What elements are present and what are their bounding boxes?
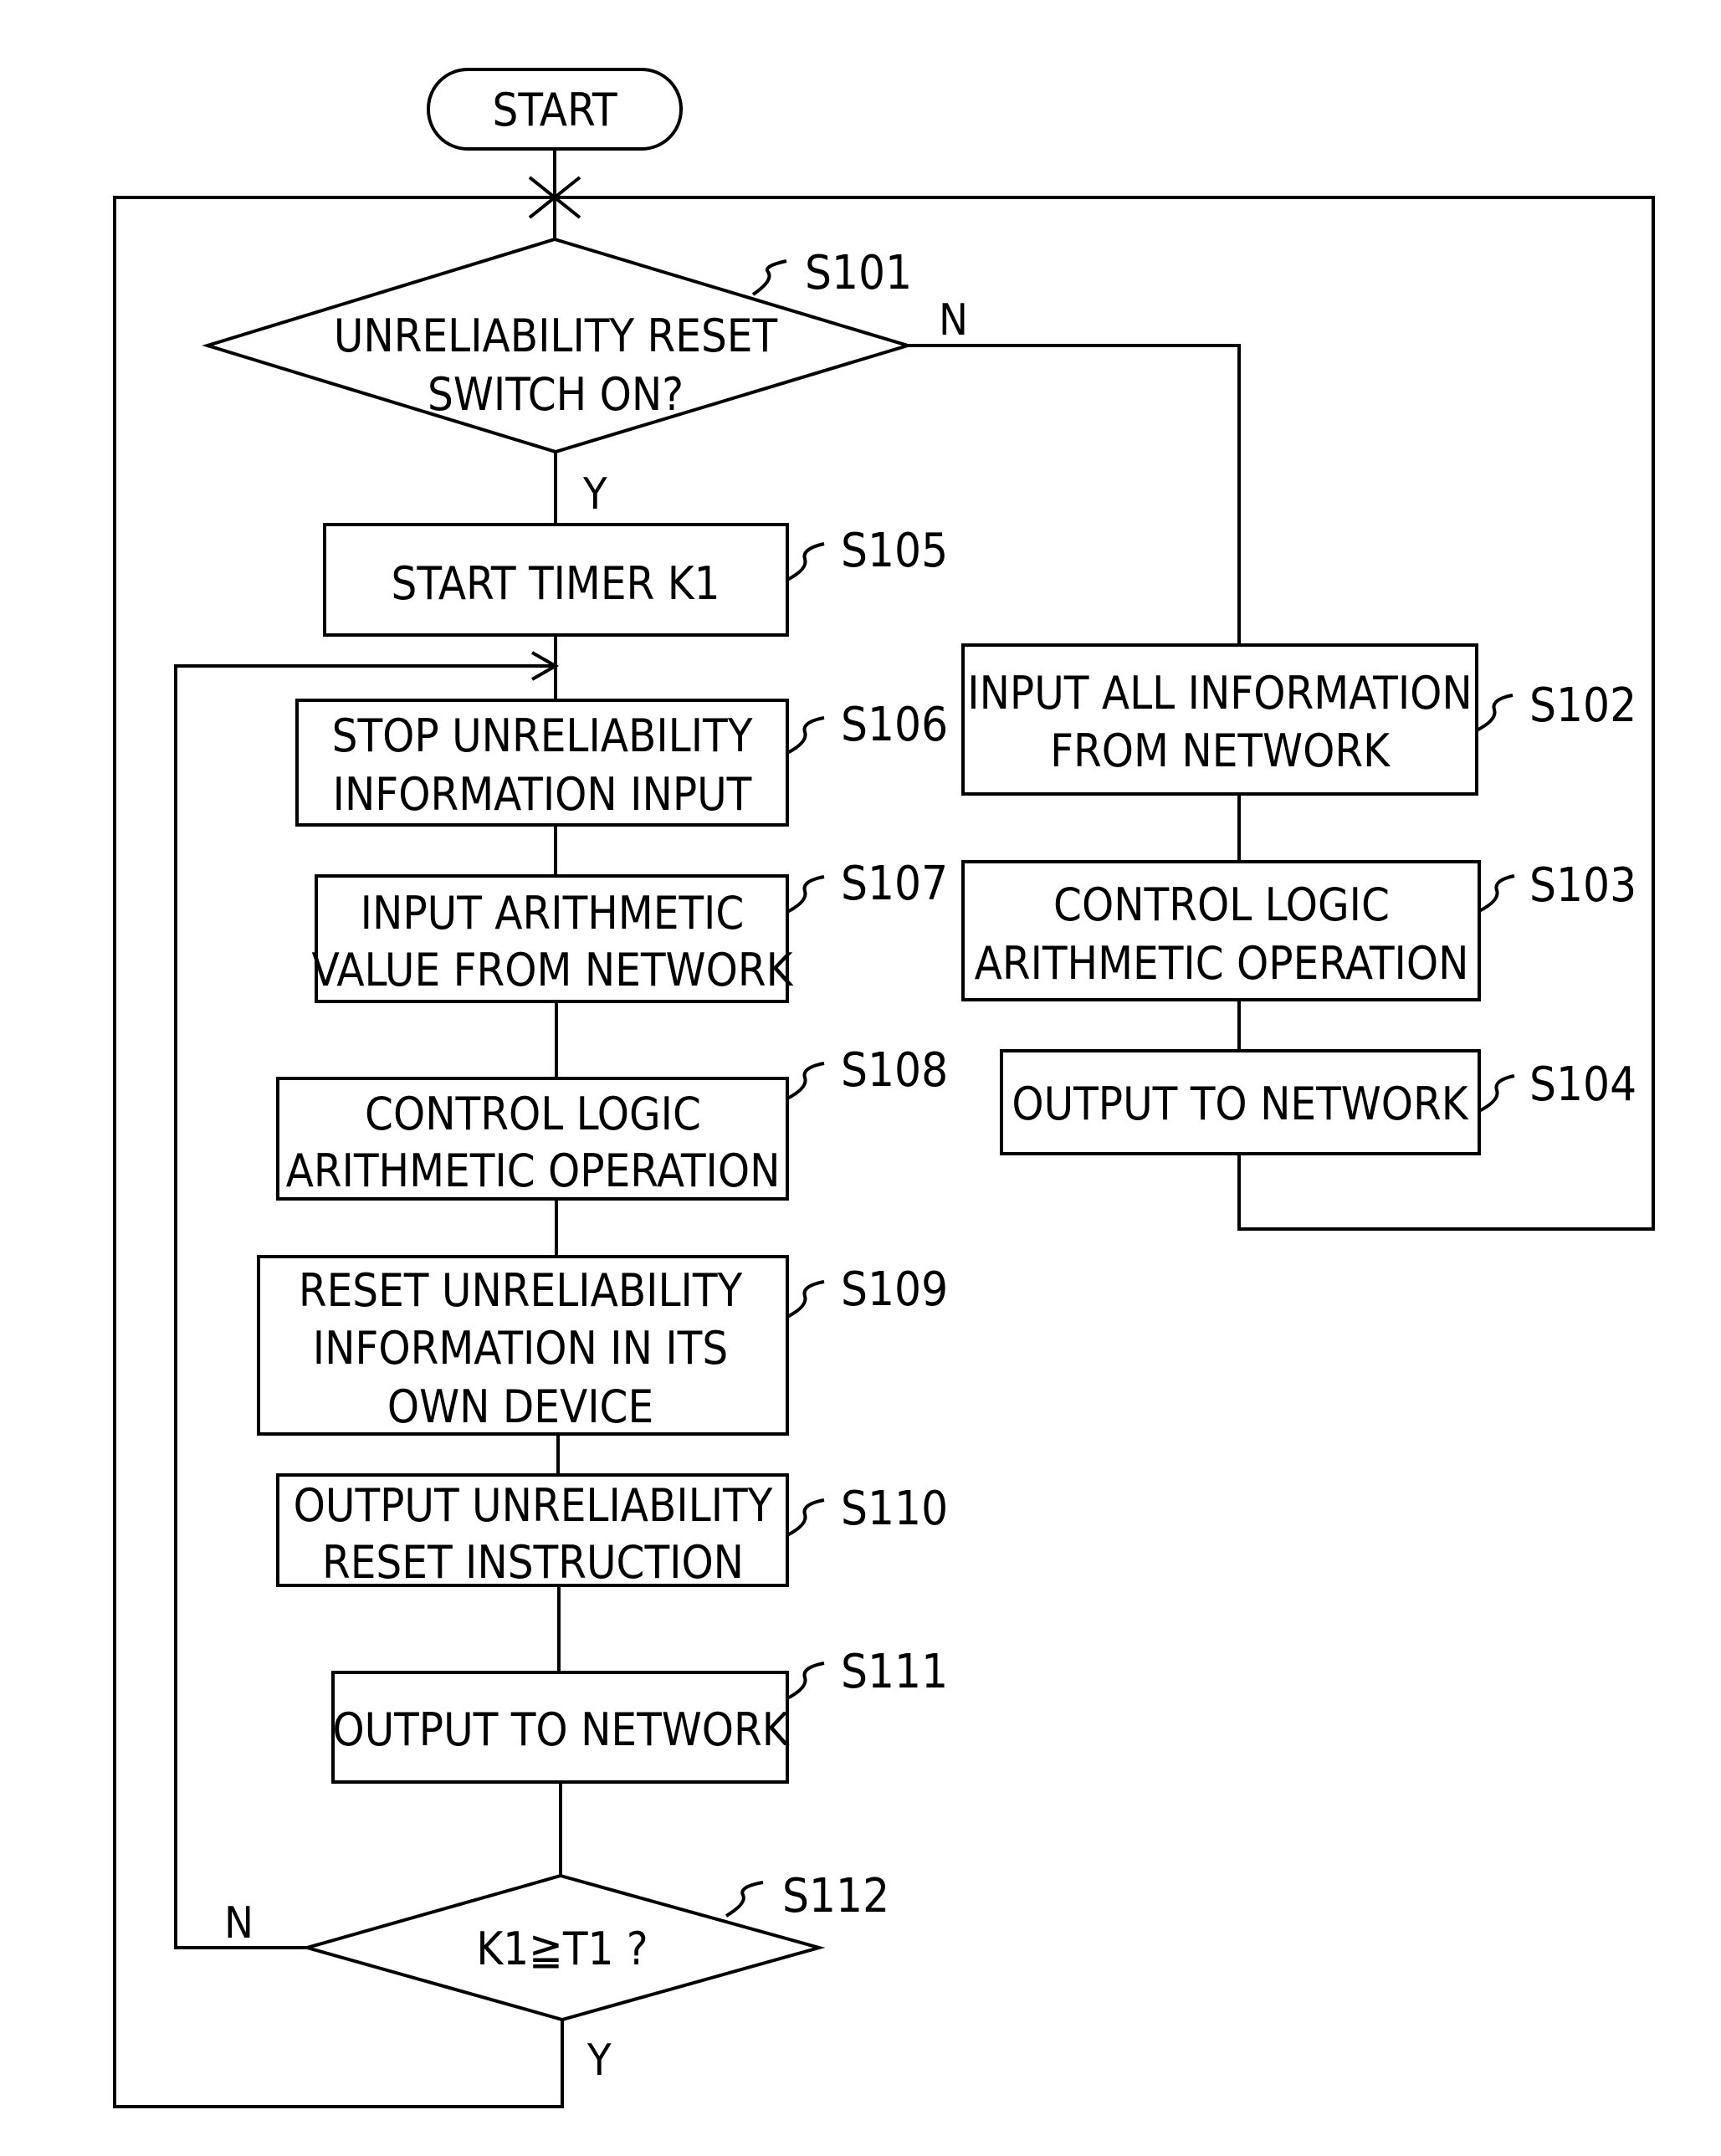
decision-s101: UNRELIABILITY RESET SWITCH ON? S101 N Y	[202, 237, 968, 520]
node-text: ARITHMETIC OPERATION	[975, 937, 1469, 990]
step-leader	[1476, 694, 1514, 732]
no-label: N	[939, 295, 968, 346]
step-leader	[725, 1881, 764, 1918]
step-label: S101	[805, 246, 912, 300]
node-text: UNRELIABILITY RESET	[334, 310, 778, 362]
process-s109: RESET UNRELIABILITY INFORMATION IN ITS O…	[257, 1255, 948, 1436]
step-label: S107	[841, 857, 948, 911]
node-text: OUTPUT TO NETWORK	[1012, 1078, 1468, 1130]
step-label: S105	[841, 524, 948, 578]
node-text: INFORMATION INPUT	[333, 768, 752, 821]
process-s110: OUTPUT UNRELIABILITY RESET INSTRUCTION S…	[276, 1473, 948, 1589]
process-s102: INPUT ALL INFORMATION FROM NETWORK S102	[961, 643, 1636, 796]
start-label: START	[492, 84, 617, 136]
step-label: S104	[1529, 1058, 1636, 1112]
step-label: S103	[1529, 858, 1636, 913]
step-leader	[786, 1498, 825, 1537]
step-label: S102	[1529, 679, 1636, 733]
node-text: CONTROL LOGIC	[1053, 878, 1390, 931]
yes-label: Y	[586, 2036, 612, 2086]
process-s105: START TIMER K1 S105	[323, 523, 948, 637]
step-label: S112	[782, 1869, 889, 1923]
node-text: INFORMATION IN ITS	[313, 1322, 728, 1375]
node-text: OWN DEVICE	[387, 1380, 653, 1433]
step-leader	[1478, 1074, 1515, 1113]
flowchart: START UNRELIABILITY RESET SWITCH ON? S10…	[113, 68, 1655, 2108]
node-text: ARITHMETIC OPERATION	[286, 1145, 781, 1197]
step-leader	[786, 542, 825, 581]
step-leader	[786, 1662, 825, 1700]
decision-s112: K1≧T1 ? S112 N Y	[224, 1869, 889, 2086]
process-s104: OUTPUT TO NETWORK S104	[1000, 1049, 1636, 1155]
node-text: VALUE FROM NETWORK	[312, 944, 794, 996]
step-leader	[751, 259, 787, 296]
node-text: OUTPUT UNRELIABILITY	[294, 1479, 773, 1532]
step-leader	[1478, 874, 1515, 913]
node-text: K1≧T1 ?	[476, 1923, 648, 1975]
node-text: INPUT ARITHMETIC	[361, 887, 745, 940]
start-terminal: START	[427, 68, 683, 151]
edge-s101-no	[908, 344, 1241, 645]
no-label: N	[224, 1898, 254, 1949]
node-text: CONTROL LOGIC	[365, 1088, 701, 1140]
step-label: S108	[841, 1043, 948, 1098]
step-label: S110	[841, 1482, 948, 1536]
node-text: SWITCH ON?	[428, 368, 684, 421]
yes-label: Y	[582, 469, 607, 520]
process-s111: OUTPUT TO NETWORK S111	[331, 1645, 948, 1784]
step-leader	[786, 1062, 825, 1100]
process-s108: CONTROL LOGIC ARITHMETIC OPERATION S108	[276, 1043, 948, 1201]
node-text: INPUT ALL INFORMATION	[967, 667, 1472, 720]
step-leader	[786, 716, 825, 755]
node-text: START TIMER K1	[392, 557, 720, 610]
step-leader	[786, 1280, 825, 1319]
step-label: S109	[841, 1262, 948, 1317]
step-leader	[786, 875, 825, 914]
node-text: RESET UNRELIABILITY	[299, 1264, 743, 1317]
process-s103: CONTROL LOGIC ARITHMETIC OPERATION S103	[961, 858, 1636, 1001]
node-text: RESET INSTRUCTION	[322, 1536, 744, 1589]
process-s106: STOP UNRELIABILITY INFORMATION INPUT S10…	[295, 698, 948, 827]
node-text: OUTPUT TO NETWORK	[332, 1703, 789, 1756]
process-s107: INPUT ARITHMETIC VALUE FROM NETWORK S107	[312, 857, 948, 1003]
node-text: FROM NETWORK	[1050, 725, 1391, 777]
step-label: S106	[841, 698, 948, 752]
node-text: STOP UNRELIABILITY	[332, 709, 753, 762]
step-label: S111	[841, 1645, 948, 1699]
